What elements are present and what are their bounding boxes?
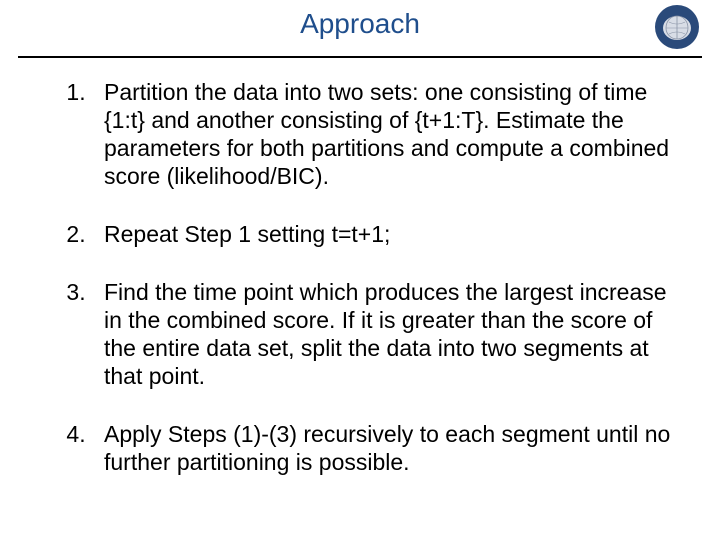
slide-header: Approach	[0, 0, 720, 58]
step-text: Repeat Step 1 setting t=t+1;	[104, 221, 390, 247]
slide-title: Approach	[300, 8, 420, 40]
step-text: Find the time point which produces the l…	[104, 279, 667, 389]
step-text: Partition the data into two sets: one co…	[104, 79, 669, 189]
header-divider	[18, 56, 702, 58]
list-item: Apply Steps (1)-(3) recursively to each …	[92, 420, 684, 476]
list-item: Find the time point which produces the l…	[92, 278, 684, 390]
steps-list: Partition the data into two sets: one co…	[36, 78, 684, 477]
slide-body: Partition the data into two sets: one co…	[0, 58, 720, 477]
list-item: Partition the data into two sets: one co…	[92, 78, 684, 190]
brain-logo-icon	[654, 4, 700, 50]
step-text: Apply Steps (1)-(3) recursively to each …	[104, 421, 670, 475]
list-item: Repeat Step 1 setting t=t+1;	[92, 220, 684, 248]
slide: Approach Partition the data into two set…	[0, 0, 720, 540]
